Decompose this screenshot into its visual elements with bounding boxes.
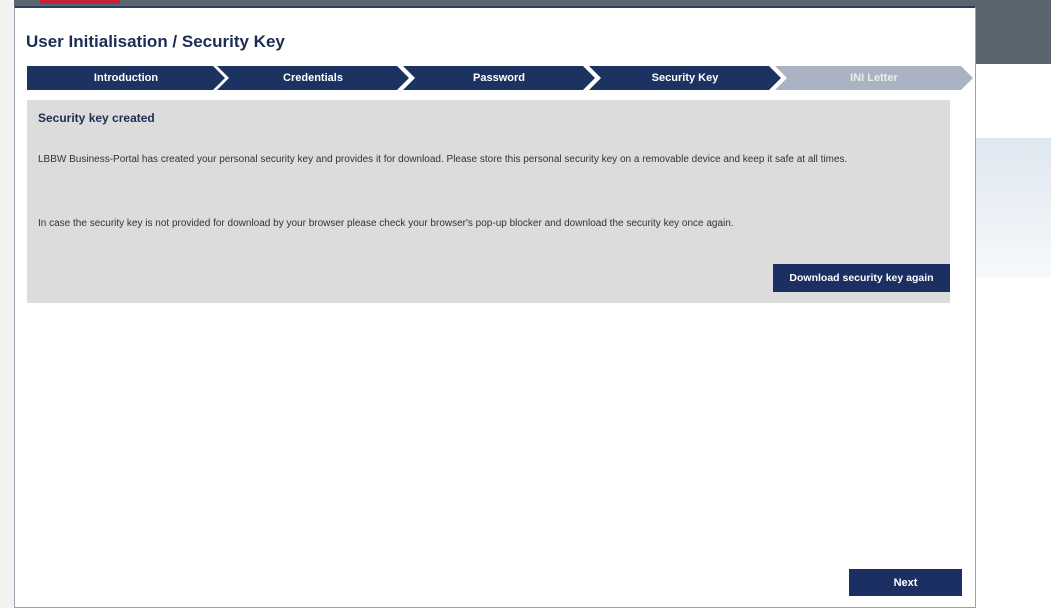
step-password: Password [403,66,595,90]
dialog-title: User Initialisation / Security Key [26,32,285,51]
security-key-info-panel: Security key created LBBW Business-Porta… [27,100,950,303]
step-label: Password [473,72,525,84]
background-brand-accent [40,0,120,4]
background-gradient [976,138,1051,278]
step-security-key: Security Key [589,66,781,90]
step-label: Credentials [283,72,343,84]
step-label: Security Key [651,72,719,84]
next-button[interactable]: Next [849,569,962,596]
user-initialisation-dialog: User Initialisation / Security Key Intro… [14,6,976,608]
step-ini-letter: INI Letter [775,66,973,90]
step-label: INI Letter [850,72,898,84]
progress-stepper: Introduction Credentials Password Securi… [27,66,973,90]
screen: User Initialisation / Security Key Intro… [0,0,1051,608]
step-label: Introduction [93,72,159,84]
step-credentials: Credentials [217,66,409,90]
background-left-edge [0,0,14,608]
download-security-key-again-button[interactable]: Download security key again [773,264,950,292]
info-paragraph-storage: LBBW Business-Portal has created your pe… [38,154,848,165]
info-paragraph-popup-blocker: In case the security key is not provided… [38,218,734,229]
step-introduction: Introduction [27,66,225,90]
background-white-strip [976,64,1051,138]
panel-heading: Security key created [38,111,155,125]
